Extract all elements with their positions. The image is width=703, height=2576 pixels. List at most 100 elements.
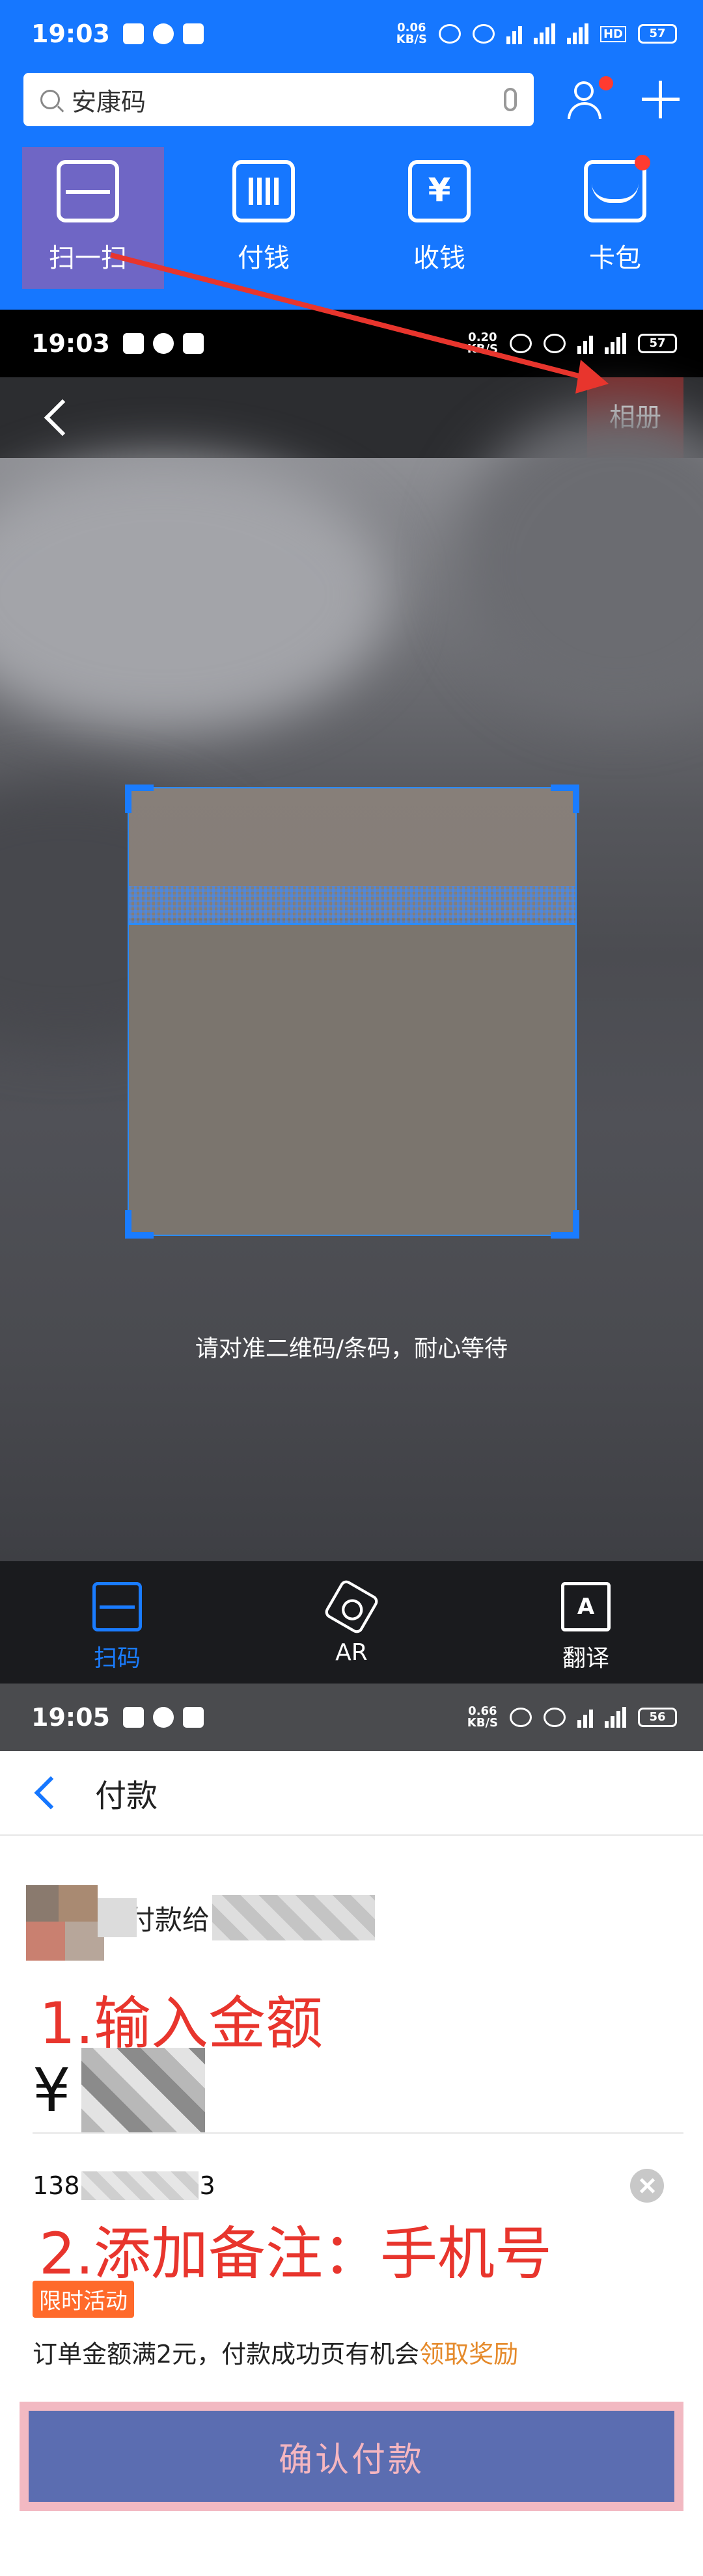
notification-dot xyxy=(635,155,650,170)
payment-header: 付款 xyxy=(0,1751,703,1836)
wifi-icon xyxy=(577,1707,593,1728)
chat-icon xyxy=(152,1707,174,1728)
signal-icon xyxy=(533,23,555,44)
avatar xyxy=(20,1872,137,1963)
payment-screen: 19:05 0.66 KB/S 56 付款 付款给 1.输入金额 ¥ 138 3… xyxy=(0,1684,703,2576)
status-bar: 19:03 0.20 KB/S 57 xyxy=(0,310,703,377)
corner-bottom-right xyxy=(551,1210,579,1239)
back-icon[interactable] xyxy=(44,399,81,436)
scan-icon xyxy=(92,1582,142,1631)
payee-name-masked xyxy=(212,1895,376,1940)
alarm-icon xyxy=(510,334,532,353)
search-icon xyxy=(40,90,60,109)
chat-icon xyxy=(152,333,174,354)
payee-row: 付款给 xyxy=(20,1872,376,1963)
promo-description: 订单金额满2元，付款成功页有机会 xyxy=(33,2340,420,2368)
notification-icon xyxy=(122,1707,144,1728)
contacts-icon[interactable] xyxy=(568,76,613,119)
net-speed: 0.66 KB/S xyxy=(467,1704,498,1730)
remark-field[interactable]: 138 3 xyxy=(33,2166,664,2205)
signal-icon xyxy=(605,333,626,354)
hd-badge: HD xyxy=(600,25,626,42)
quick-action-scan[interactable]: 扫一扫 xyxy=(0,147,176,303)
alarm-icon xyxy=(438,24,461,44)
promo-text: 订单金额满2元，付款成功页有机会领取奖励 xyxy=(33,2334,518,2370)
step2-annotation: 2.添加备注：手机号 xyxy=(39,2220,552,2287)
chat-icon xyxy=(152,23,174,44)
corner-top-left xyxy=(125,785,154,813)
shield-icon xyxy=(182,1707,204,1728)
back-icon[interactable] xyxy=(34,1776,68,1810)
tab-ar[interactable]: AR xyxy=(234,1561,469,1684)
corner-top-right xyxy=(551,785,579,813)
corner-bottom-left xyxy=(125,1210,154,1239)
add-icon[interactable] xyxy=(642,81,680,118)
shield-icon xyxy=(182,23,204,44)
notification-icon xyxy=(122,333,144,354)
page-title: 付款 xyxy=(95,1778,158,1814)
wifi-icon xyxy=(577,333,593,354)
scanner-screen: 19:03 0.20KB/S 57 相册 请对准二维码/条码，耐心等待 xyxy=(0,310,703,1684)
net-speed: 0.06 KB/S xyxy=(396,21,427,46)
tab-label: 扫码 xyxy=(93,1645,141,1672)
wifi-icon xyxy=(506,23,522,44)
currency-symbol: ¥ xyxy=(33,2055,71,2125)
scan-line xyxy=(129,886,575,925)
promo-badge: 限时活动 xyxy=(33,2281,134,2318)
quick-action-label: 收钱 xyxy=(413,243,465,273)
alipay-home-header: 19:03 0.06 KB/S HD 57 安康码 扫一扫 付钱 ¥ 收钱 卡包 xyxy=(0,0,703,310)
status-bar: 19:03 0.06 KB/S HD 57 xyxy=(0,0,703,68)
signal-icon xyxy=(605,1707,626,1728)
confirm-highlight: 确认付款 xyxy=(20,2402,683,2511)
tab-translate[interactable]: A 翻译 xyxy=(469,1561,703,1684)
quick-action-receive[interactable]: ¥ 收钱 xyxy=(352,147,527,303)
status-time: 19:05 xyxy=(31,1703,110,1732)
amount-value-masked xyxy=(81,2048,205,2132)
notification-dot xyxy=(599,76,613,90)
yen-icon: ¥ xyxy=(408,160,471,222)
translate-icon: A xyxy=(561,1582,611,1631)
mute-icon xyxy=(544,334,566,353)
tab-scan[interactable]: 扫码 xyxy=(0,1561,234,1684)
alarm-icon xyxy=(510,1708,532,1727)
search-input[interactable]: 安康码 xyxy=(23,73,534,126)
tab-label: 翻译 xyxy=(562,1645,609,1672)
confirm-payment-button[interactable]: 确认付款 xyxy=(29,2411,674,2502)
quick-actions: 扫一扫 付钱 ¥ 收钱 卡包 xyxy=(0,147,703,303)
barcode-icon xyxy=(232,160,295,222)
quick-action-label: 扫一扫 xyxy=(49,243,127,273)
net-speed: 0.20 KB/S xyxy=(467,330,498,356)
scanner-tab-bar: 扫码 AR A 翻译 xyxy=(0,1561,703,1684)
scan-frame xyxy=(125,785,579,1239)
mute-icon xyxy=(472,24,495,44)
microphone-icon[interactable] xyxy=(504,88,517,111)
divider xyxy=(33,2132,683,2134)
status-time: 19:03 xyxy=(31,20,110,48)
wallet-icon xyxy=(584,155,650,222)
battery-icon: 57 xyxy=(638,24,677,44)
quick-action-cards[interactable]: 卡包 xyxy=(527,147,703,303)
claim-reward-link[interactable]: 领取奖励 xyxy=(419,2340,518,2368)
ar-icon xyxy=(322,1577,381,1636)
remark-suffix: 3 xyxy=(199,2171,215,2200)
clear-icon[interactable] xyxy=(630,2169,664,2203)
remark-prefix: 138 xyxy=(33,2171,80,2200)
payee-label: 付款给 xyxy=(128,1903,210,1936)
amount-field[interactable]: ¥ xyxy=(33,2048,205,2132)
signal-icon-2 xyxy=(566,23,588,44)
search-row: 安康码 xyxy=(23,73,680,126)
status-bar: 19:05 0.66 KB/S 56 xyxy=(0,1684,703,1751)
remark-masked xyxy=(81,2171,199,2200)
mute-icon xyxy=(544,1708,566,1727)
battery-icon: 56 xyxy=(638,1708,677,1727)
search-placeholder: 安康码 xyxy=(72,87,146,116)
quick-action-pay[interactable]: 付钱 xyxy=(176,147,352,303)
notification-icon xyxy=(122,23,144,44)
status-time: 19:03 xyxy=(31,329,110,358)
scan-icon xyxy=(57,160,119,222)
quick-action-label: 付钱 xyxy=(238,243,290,273)
quick-action-label: 卡包 xyxy=(589,243,641,273)
battery-icon: 57 xyxy=(638,334,677,353)
tab-label: AR xyxy=(335,1639,368,1666)
scan-hint-text: 请对准二维码/条码，耐心等待 xyxy=(195,1335,508,1362)
